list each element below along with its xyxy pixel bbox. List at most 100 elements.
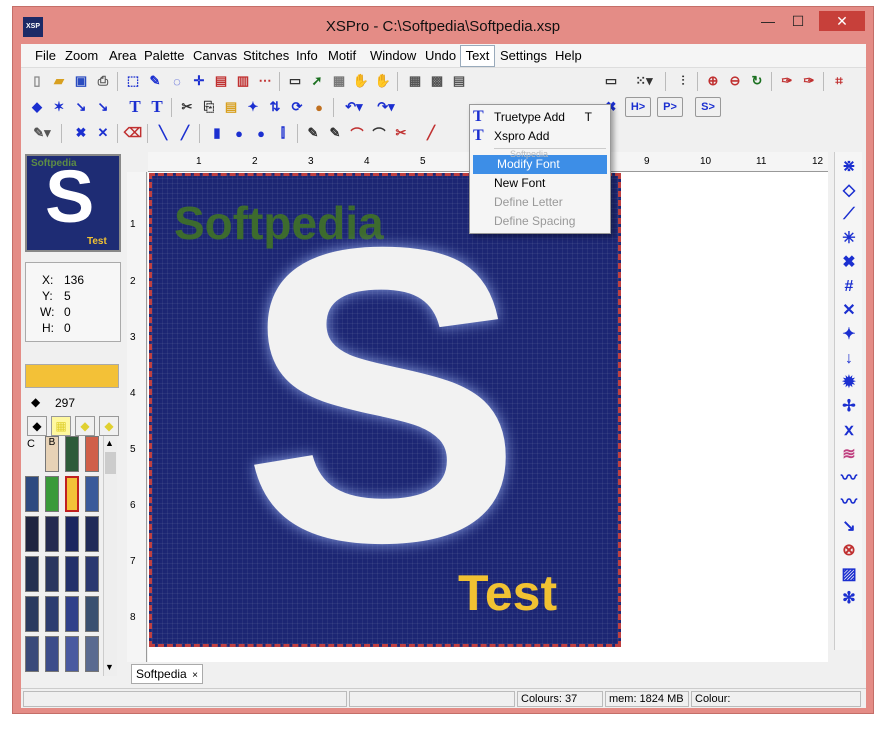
palette-cell-selected[interactable] [65, 476, 79, 512]
backstitch-icon[interactable]: ╲ [153, 123, 173, 143]
menu-file[interactable]: File [35, 48, 56, 63]
stitch-snow-icon[interactable]: ✻ [840, 590, 858, 608]
line-red-icon[interactable]: ╱ [421, 123, 441, 143]
grid-lines-icon[interactable]: ▤ [449, 71, 469, 91]
palette-cell[interactable]: B [45, 436, 59, 472]
copy-icon[interactable]: ⎘ [199, 97, 219, 117]
fill-icon[interactable]: ◆ [27, 97, 47, 117]
palette-cell[interactable] [65, 436, 79, 472]
stitch-canvas[interactable]: Softpedia S Test [149, 173, 621, 647]
stitch-grid-icon[interactable]: # [840, 278, 858, 296]
h-button[interactable]: H> [625, 97, 651, 117]
palette-cell[interactable] [25, 556, 39, 592]
save-icon[interactable]: ▣ [71, 71, 91, 91]
stitch-burst-icon[interactable]: ✹ [840, 374, 858, 392]
erase-icon[interactable]: ⌫ [123, 123, 143, 143]
select-stitch-icon[interactable]: ▥ [233, 71, 253, 91]
palette-cell[interactable] [85, 476, 99, 512]
maximize-button[interactable]: ☐ [785, 11, 811, 31]
pin-icon[interactable]: ✑ [777, 71, 797, 91]
preview-thumbnail[interactable]: Softpedia S Test [25, 154, 121, 252]
palette-cell[interactable] [25, 516, 39, 552]
stitch-zigzag-icon[interactable]: ≋ [840, 446, 858, 464]
open-folder-icon[interactable]: ▰ [49, 71, 69, 91]
stitch-star-icon[interactable]: ✳ [840, 230, 858, 248]
needle2-icon[interactable]: ↘ [93, 97, 113, 117]
p-button[interactable]: P> [657, 97, 683, 117]
ruler-icon[interactable]: ⫶ [673, 71, 693, 91]
paste-special-icon[interactable]: ✦ [243, 97, 263, 117]
tab-softpedia[interactable]: Softpedia × [131, 664, 203, 684]
text-truetype-icon[interactable]: T [125, 97, 145, 117]
dotted-rect-icon[interactable]: ⋯ [255, 71, 275, 91]
close-button[interactable]: ✕ [819, 11, 865, 31]
cookie-icon[interactable]: ● [309, 97, 329, 117]
s-button[interactable]: S> [695, 97, 721, 117]
crop-icon[interactable]: ⌗ [829, 71, 849, 91]
palette-cell[interactable] [65, 516, 79, 552]
text-xspro-icon[interactable]: T [147, 97, 167, 117]
needle-icon[interactable]: ↘ [71, 97, 91, 117]
pin-red-icon[interactable]: ✑ [799, 71, 819, 91]
canvas-area[interactable]: Softpedia S Test [148, 172, 828, 662]
select-pen-icon[interactable]: ✎ [145, 71, 165, 91]
knot2-icon[interactable]: ● [251, 123, 271, 143]
palette-scrollbar[interactable]: ▲ ▼ [103, 436, 117, 676]
palette-cell[interactable] [65, 556, 79, 592]
cross-half-icon[interactable]: ✕ [93, 123, 113, 143]
menu-help[interactable]: Help [555, 48, 582, 63]
undo-dropdown[interactable]: ↶▾ [339, 97, 369, 117]
select-rect-icon[interactable]: ⬚ [123, 71, 143, 91]
menu-undo[interactable]: Undo [425, 48, 456, 63]
new-file-icon[interactable]: ▯ [27, 71, 47, 91]
zoom-out-icon[interactable]: ⊖ [725, 71, 745, 91]
hand-move-icon[interactable]: ✋ [373, 71, 393, 91]
minimize-button[interactable]: — [755, 11, 781, 31]
menu-item-new-font[interactable]: New Font [470, 174, 610, 193]
title-bar[interactable]: XSP XSPro - C:\Softpedia\Softpedia.xsp —… [13, 7, 873, 43]
half-stitch-icon[interactable]: ▦ [51, 416, 71, 436]
stitch-fan-icon[interactable]: ⋇ [840, 158, 858, 176]
pen-icon[interactable]: ✎ [303, 123, 323, 143]
select-fill-icon[interactable]: ▤ [211, 71, 231, 91]
palette-cell[interactable] [25, 596, 39, 632]
palette-cell[interactable] [45, 476, 59, 512]
paste-icon[interactable]: ▤ [221, 97, 241, 117]
palette-cell[interactable] [45, 636, 59, 672]
stitch-diamond-icon[interactable]: ◇ [840, 182, 858, 200]
menu-text[interactable]: Text [460, 45, 495, 67]
grid-fine-icon[interactable]: ▩ [427, 71, 447, 91]
palette-cell[interactable] [85, 636, 99, 672]
menu-motif[interactable]: Motif [328, 48, 356, 63]
scroll-thumb[interactable] [105, 452, 116, 474]
palette-cell[interactable] [85, 596, 99, 632]
curve2-icon[interactable]: ⌒ [369, 123, 389, 143]
grid-size-dropdown[interactable]: ⁙▾ [629, 71, 659, 91]
tab-close-icon[interactable]: × [192, 670, 198, 681]
bead-line-icon[interactable]: ⫿ [273, 123, 293, 143]
knot-icon[interactable]: ● [229, 123, 249, 143]
petite-stitch-icon[interactable]: ◆ [99, 416, 119, 436]
stitch-x-icon[interactable]: ⅹ [840, 422, 858, 440]
stitch-diagonal-icon[interactable]: ⟋ [840, 206, 858, 224]
stitch-red-x-icon[interactable]: ⊗ [840, 542, 858, 560]
pen2-icon[interactable]: ✎ [325, 123, 345, 143]
stitch-down-arrow-icon[interactable]: ↘ [840, 518, 858, 536]
menu-palette[interactable]: Palette [144, 48, 184, 63]
palette-cell[interactable] [65, 636, 79, 672]
palette-cell[interactable] [45, 596, 59, 632]
backstitch2-icon[interactable]: ╱ [175, 123, 195, 143]
menu-zoom[interactable]: Zoom [65, 48, 98, 63]
pencil-dropdown[interactable]: ✎▾ [27, 123, 57, 143]
stitch-sparkle-icon[interactable]: ✦ [840, 326, 858, 344]
menu-settings[interactable]: Settings [500, 48, 547, 63]
lasso-icon[interactable]: ◌ [167, 71, 187, 91]
curve-icon[interactable]: ⌒ [347, 123, 367, 143]
cut-icon[interactable]: ✂ [177, 97, 197, 117]
palette-cell[interactable] [25, 636, 39, 672]
stitch-hatch-icon[interactable]: ▨ [840, 566, 858, 584]
menu-info[interactable]: Info [296, 48, 318, 63]
rotate-icon[interactable]: ⟳ [287, 97, 307, 117]
palette-cell[interactable] [45, 516, 59, 552]
flip-icon[interactable]: ⇅ [265, 97, 285, 117]
